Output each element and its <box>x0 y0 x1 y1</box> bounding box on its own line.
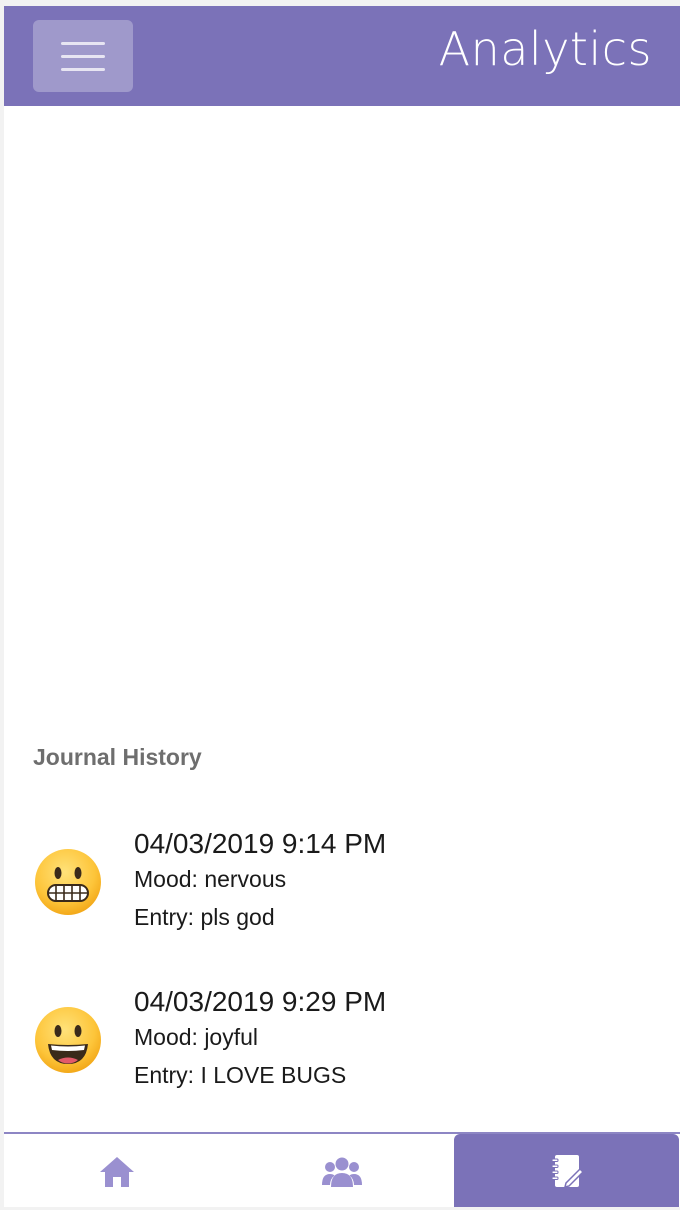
users-icon <box>321 1157 362 1187</box>
journal-icon <box>551 1154 584 1188</box>
app-container: Analytics Journal History 04/03/2019 9:1… <box>4 6 680 1207</box>
home-icon <box>99 1156 134 1187</box>
grimacing-face-icon <box>35 849 101 915</box>
nav-community[interactable] <box>229 1134 454 1207</box>
nav-journal[interactable] <box>454 1134 679 1207</box>
entry-mood: Mood: joyful <box>134 1024 259 1050</box>
journal-entry: 04/03/2019 9:29 PM Mood: joyful Entry: I… <box>4 986 680 1106</box>
app-header: Analytics <box>4 6 680 106</box>
entry-datetime: 04/03/2019 9:14 PM <box>134 828 387 859</box>
menu-button[interactable] <box>33 20 133 92</box>
entry-datetime: 04/03/2019 9:29 PM <box>134 986 387 1017</box>
entry-text: Entry: I LOVE BUGS <box>134 1062 347 1088</box>
bottom-nav <box>4 1132 680 1207</box>
entry-text: Entry: pls god <box>134 904 275 930</box>
nav-home[interactable] <box>4 1134 229 1207</box>
grinning-face-icon <box>35 1007 101 1073</box>
entry-mood: Mood: nervous <box>134 866 287 892</box>
journal-entry: 04/03/2019 9:14 PM Mood: nervous Entry: … <box>4 828 680 948</box>
journal-history-title: Journal History <box>33 744 202 770</box>
analytics-chart-area <box>4 106 680 726</box>
page-title: Analytics <box>438 22 652 76</box>
screen-frame: Analytics Journal History 04/03/2019 9:1… <box>0 0 680 1210</box>
